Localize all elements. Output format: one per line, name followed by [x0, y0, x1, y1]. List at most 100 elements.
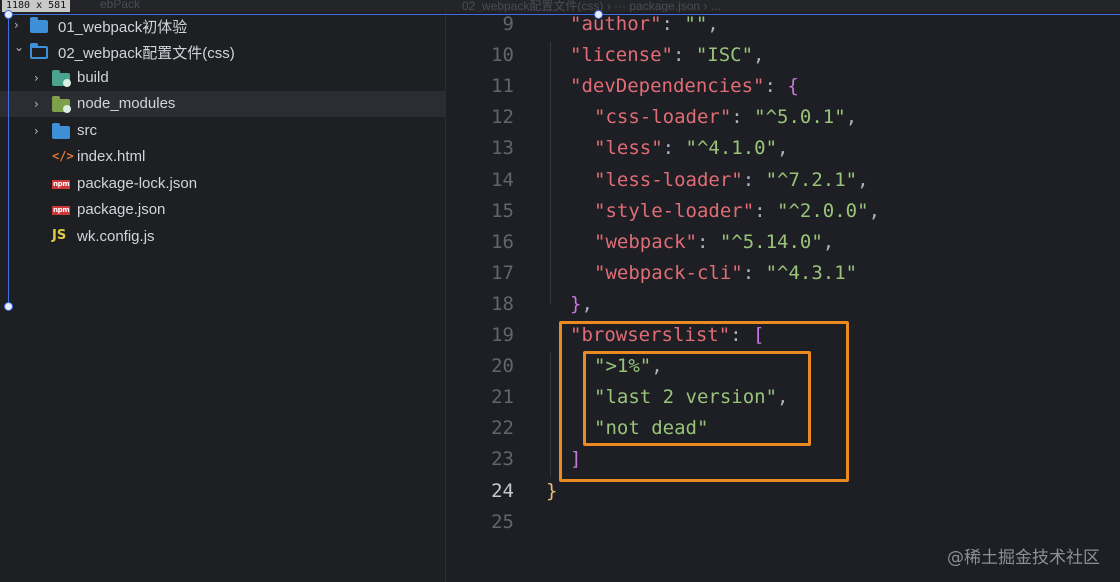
explorer-item-index-html[interactable]: </> index.html — [0, 144, 445, 170]
code-text: "style-loader": "^2.0.0", — [594, 196, 880, 227]
code-token-str: "^5.14.0" — [719, 230, 823, 253]
code-text: "webpack": "^5.14.0", — [594, 227, 834, 258]
code-token-pun: , — [822, 230, 835, 253]
code-token-str: "" — [684, 13, 708, 35]
explorer-item-node-modules[interactable]: › node_modules — [0, 91, 445, 117]
code-text: "devDependencies": { — [570, 71, 799, 102]
chevron-right-icon[interactable]: › — [34, 124, 39, 138]
line-number: 18 — [491, 292, 514, 315]
code-line[interactable]: 16 "webpack": "^5.14.0", — [446, 227, 1120, 258]
explorer-item-label: 01_webpack初体验 — [58, 19, 188, 36]
code-token-key: "css-loader" — [594, 106, 732, 129]
js-file-icon: JS — [52, 228, 67, 243]
npm-file-icon: npm — [52, 180, 71, 189]
code-line[interactable]: 25 — [446, 507, 1120, 538]
code-token-str: "^7.2.1" — [765, 168, 858, 191]
code-token-pun: : — [742, 261, 766, 284]
line-number: 12 — [491, 106, 514, 129]
code-token-pun: : — [661, 13, 685, 35]
code-token-pun: : — [754, 199, 778, 222]
selection-handle[interactable] — [4, 302, 13, 311]
sidebar-title: ebPack — [100, 0, 141, 11]
folder-icon — [52, 123, 70, 139]
highlight-box-queries — [583, 351, 811, 446]
code-token-key: "webpack" — [594, 230, 697, 253]
explorer-item-package-lock-json[interactable]: npm package-lock.json — [0, 171, 445, 197]
chevron-down-icon[interactable]: ⌄ — [14, 40, 24, 54]
explorer-item-label: wk.config.js — [77, 228, 155, 245]
npm-file-icon: npm — [52, 206, 71, 215]
size-badge: 1180 x 581 — [2, 0, 71, 12]
explorer-item-label: index.html — [77, 148, 146, 165]
folder-node-modules-icon — [52, 96, 71, 113]
line-number: 21 — [491, 386, 514, 409]
chevron-right-icon[interactable]: › — [34, 71, 39, 85]
code-text: } — [546, 476, 557, 507]
line-number: 22 — [491, 417, 514, 440]
code-token-key: "less" — [594, 137, 663, 160]
code-text: }, — [570, 289, 593, 320]
folder-build-icon — [52, 70, 71, 87]
chevron-right-icon[interactable]: › — [34, 97, 39, 111]
explorer-item-02-webpack-css[interactable]: ⌄ 02_webpack配置文件(css) — [0, 38, 445, 64]
code-token-pun: , — [707, 13, 719, 35]
code-token-brk: { — [787, 75, 799, 98]
code-token-key: "license" — [570, 44, 673, 67]
code-line[interactable]: 12 "css-loader": "^5.0.1", — [446, 102, 1120, 133]
line-number: 15 — [491, 199, 514, 222]
explorer-item-wk-config-js[interactable]: JS wk.config.js — [0, 224, 445, 250]
line-number: 19 — [491, 324, 514, 346]
line-number: 24 — [491, 479, 514, 502]
code-token-pun: : — [662, 137, 686, 160]
code-line[interactable]: 11 "devDependencies": { — [446, 71, 1120, 102]
code-token-str: "^2.0.0" — [777, 199, 869, 222]
code-token-str: "^5.0.1" — [754, 106, 846, 129]
code-token-str: "^4.1.0" — [685, 137, 778, 160]
explorer-item-build[interactable]: › build — [0, 65, 445, 91]
code-line[interactable]: 15 "style-loader": "^2.0.0", — [446, 196, 1120, 227]
selection-handle[interactable] — [4, 10, 13, 19]
code-token-key: "style-loader" — [594, 199, 755, 222]
code-token-str: "ISC" — [695, 44, 754, 67]
code-token-key: "author" — [570, 13, 662, 35]
code-line[interactable]: 10 "license": "ISC", — [446, 40, 1120, 71]
code-line[interactable]: 14 "less-loader": "^7.2.1", — [446, 165, 1120, 196]
line-number: 14 — [491, 168, 514, 191]
code-text: "less-loader": "^7.2.1", — [594, 165, 869, 196]
html-file-icon: </> — [52, 149, 74, 163]
code-token-brk: } — [570, 292, 582, 315]
explorer-item-label: 02_webpack配置文件(css) — [58, 45, 235, 62]
explorer-item-src[interactable]: › src — [0, 118, 445, 144]
line-number: 11 — [491, 75, 514, 98]
selection-guide-horizontal — [8, 14, 1120, 15]
explorer-item-label: build — [77, 69, 109, 86]
selection-handle[interactable] — [594, 10, 603, 19]
line-number: 10 — [491, 44, 514, 67]
code-token-pun: , — [581, 292, 593, 315]
line-number: 23 — [491, 448, 514, 471]
explorer-item-label: package-lock.json — [77, 175, 198, 192]
file-explorer: › 01_webpack初体验 ⌄ 02_webpack配置文件(css) › build… — [0, 12, 445, 582]
code-token-pun: , — [857, 168, 869, 191]
code-editor[interactable]: 9 "author": "", 10 "license": "ISC", 11 "devD… — [446, 12, 1120, 582]
folder-open-icon — [30, 43, 48, 59]
code-text: "less": "^4.1.0", — [594, 133, 789, 164]
chevron-right-icon[interactable]: › — [14, 18, 19, 32]
code-token-pun: , — [777, 137, 789, 160]
code-token-pun: : — [696, 230, 720, 253]
explorer-item-01-webpack[interactable]: › 01_webpack初体验 — [0, 12, 445, 38]
explorer-item-label: src — [77, 122, 97, 139]
code-text: "webpack-cli": "^4.3.1" — [594, 258, 857, 289]
code-token-key: "devDependencies" — [570, 75, 765, 98]
code-line[interactable]: 17 "webpack-cli": "^4.3.1" — [446, 258, 1120, 289]
code-token-pun: : — [742, 168, 766, 191]
code-text: "license": "ISC", — [570, 40, 765, 71]
line-number: 25 — [491, 510, 514, 533]
code-line[interactable]: 18}, — [446, 289, 1120, 320]
explorer-item-package-json[interactable]: npm package.json — [0, 197, 445, 223]
code-token-pun: : — [672, 44, 696, 67]
code-line[interactable]: 13 "less": "^4.1.0", — [446, 133, 1120, 164]
line-number: 16 — [491, 230, 514, 253]
code-token-brk2: } — [546, 479, 558, 502]
code-token-pun: , — [753, 44, 765, 67]
